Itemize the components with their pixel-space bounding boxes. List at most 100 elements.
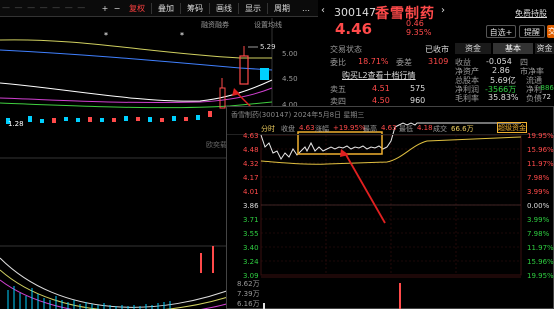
- tab-funds-2[interactable]: 资金: [535, 43, 554, 54]
- super-funds-button[interactable]: 超级资金: [497, 122, 527, 133]
- y-tick-left: 3.24: [243, 258, 259, 266]
- y-tick-left: 4.01: [243, 188, 259, 196]
- draw-line-button[interactable]: 画线: [211, 3, 237, 15]
- change-label: 涨幅: [315, 125, 329, 133]
- y-tick-label: 4.50: [282, 75, 298, 83]
- ma-line-blue: [0, 49, 273, 71]
- low-label: 最低: [399, 125, 413, 133]
- gross-margin-value: 35.83%: [488, 93, 519, 102]
- trade-button[interactable]: 交: [547, 25, 554, 38]
- nav-value: 2.86: [492, 66, 510, 75]
- stock-code: 300147: [334, 6, 376, 19]
- y-tick-right: 19.95%: [527, 132, 554, 140]
- y-tick-left: 4.48: [243, 146, 259, 154]
- ma-line-yellow: [0, 39, 272, 59]
- candle: [136, 117, 140, 121]
- star-marker: *: [104, 31, 108, 40]
- annotation-arrow: [344, 152, 386, 224]
- price-change: 0.46: [406, 19, 424, 28]
- y-tick-label: 5.00: [282, 50, 298, 58]
- volume-bar: [263, 303, 265, 309]
- order-diff-label: 委差: [396, 58, 412, 67]
- high-value: 4.63: [381, 124, 397, 132]
- oscillator-bars: [7, 286, 171, 309]
- arrow-head-icon: [340, 149, 349, 157]
- candle: [239, 55, 249, 85]
- high-label: 最高: [363, 125, 377, 133]
- intraday-popup[interactable]: 香雪制药(300147) 2024年5月8日 星期三 分时 收盘 4.63 涨幅…: [226, 106, 554, 309]
- y-tick-left: 3.71: [243, 216, 259, 224]
- level2-link[interactable]: 购买L2查看十档行情: [342, 70, 416, 81]
- candle: [148, 117, 152, 122]
- sell5-volume: 575: [410, 84, 426, 93]
- volume-value: 66.6万: [451, 125, 474, 133]
- y-tick-right: 3.99%: [527, 216, 550, 224]
- order-ratio-value: 18.71%: [358, 57, 389, 66]
- toolbar-divider: [180, 3, 181, 14]
- display-button[interactable]: 显示: [240, 3, 266, 15]
- trading-app: — — — — — — — + − 复权 叠加 筹码 画线 显示 周期 … ‹ …: [0, 0, 554, 309]
- y-tick-right: 7.98%: [527, 230, 550, 238]
- chevron-left-icon[interactable]: ‹: [321, 5, 325, 16]
- vol-tick: 8.62万: [237, 280, 260, 288]
- eps-value: -0.054: [486, 57, 512, 66]
- tab-funds[interactable]: 资金: [455, 43, 491, 54]
- y-tick-right: 7.98%: [527, 174, 550, 182]
- candle: [100, 118, 104, 122]
- ma-setting-link[interactable]: 设置均线: [254, 20, 282, 30]
- star-marker: *: [180, 31, 184, 40]
- vol-tick: 7.39万: [237, 290, 260, 298]
- more-button[interactable]: …: [297, 3, 315, 15]
- debt-label: 负债: [526, 94, 542, 103]
- y-tick-left: 3.40: [243, 244, 259, 252]
- y-tick-right: 15.96%: [527, 146, 554, 154]
- y-tick-left: 3.86: [243, 202, 259, 210]
- candle: [64, 117, 68, 121]
- y-tick-left: 4.17: [243, 174, 259, 182]
- stock-name: 香雪制药: [375, 6, 435, 22]
- y-tick-right: 3.99%: [527, 188, 550, 196]
- chevron-right-icon[interactable]: ›: [441, 5, 445, 16]
- last-price: 4.46: [335, 20, 373, 38]
- remind-button[interactable]: 提醒: [519, 25, 545, 38]
- chips-button[interactable]: 筹码: [182, 3, 208, 15]
- candle: [52, 118, 56, 123]
- change-value: +19.95%: [333, 124, 366, 132]
- chart-toolbar: — — — — — — — + − 复权 叠加 筹码 画线 显示 周期 …: [0, 0, 318, 17]
- tab-intraday[interactable]: 分时: [261, 124, 275, 134]
- plus-icon: +: [505, 28, 513, 37]
- overlay-button[interactable]: 叠加: [153, 3, 179, 15]
- low-price-label: 1.28: [8, 120, 24, 128]
- y-tick-left: 4.63: [243, 132, 259, 140]
- free-holdings-link[interactable]: 免费持股: [515, 8, 547, 19]
- y-tick-right: 11.97%: [527, 160, 554, 168]
- sell4-volume: 960: [410, 96, 426, 105]
- ma-line-white: [0, 79, 273, 102]
- trade-status-label: 交易状态: [330, 45, 362, 54]
- price-change-pct: 9.35%: [406, 28, 432, 37]
- toolbar-divider: [151, 3, 152, 14]
- period-button[interactable]: 周期: [269, 3, 295, 15]
- self-select-button[interactable]: 自选+: [486, 25, 516, 38]
- stock-info-panel: 交易状态 已收市 委比 18.71% 委差 3109 购买L2查看十档行情 卖五…: [330, 43, 554, 108]
- candle: [124, 116, 128, 121]
- high-price-label: 5.29: [260, 43, 276, 51]
- candle: [40, 119, 44, 123]
- gross-margin-label: 毛利率: [455, 94, 479, 103]
- self-select-label: 自选: [489, 28, 506, 37]
- y-tick-left: 4.32: [243, 160, 259, 168]
- adjust-rights-button[interactable]: 复权: [124, 3, 150, 15]
- debt-edge-value: 72: [542, 93, 551, 101]
- financing-link[interactable]: 融资融券: [201, 20, 229, 30]
- zoom-out-button[interactable]: −: [112, 3, 122, 15]
- volume-label: 成交: [433, 125, 447, 133]
- sell4-price: 4.50: [372, 96, 390, 105]
- tab-basic[interactable]: 基本: [493, 43, 533, 54]
- zoom-in-button[interactable]: +: [100, 3, 110, 15]
- watermark-text: 欧奕载: [206, 141, 227, 149]
- trade-status-value: 已收市: [425, 45, 449, 54]
- toolbar-spacer: — — — — — — —: [2, 3, 87, 12]
- toolbar-divider: [267, 3, 268, 14]
- candle: [160, 118, 164, 122]
- vol-tick: 6.16万: [237, 300, 260, 308]
